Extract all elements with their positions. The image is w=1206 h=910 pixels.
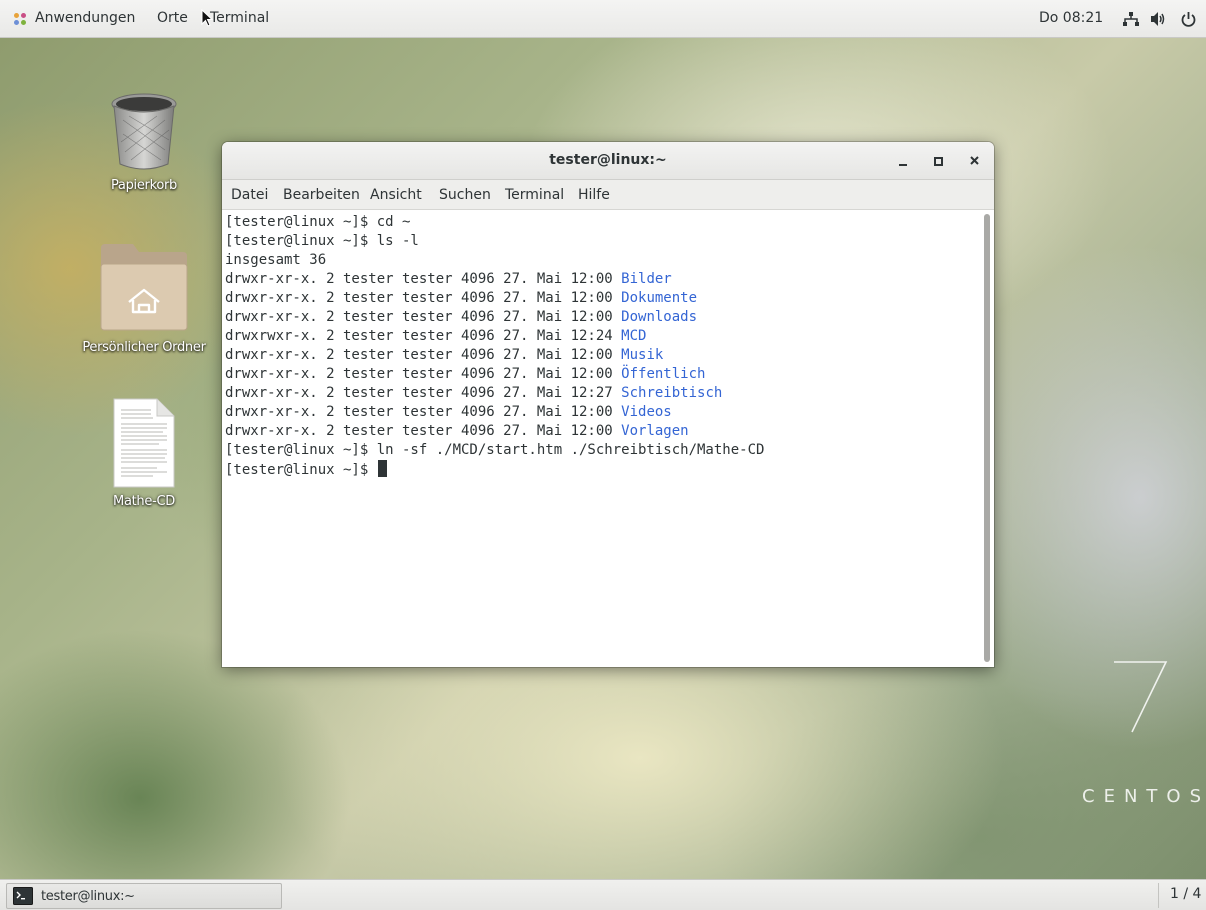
terminal-line-text: drwxr-xr-x. 2 tester tester 4096 27. Mai… [225, 309, 622, 325]
terminal-line-text: drwxr-xr-x. 2 tester tester 4096 27. Mai… [225, 385, 622, 401]
top-panel: Anwendungen Orte Terminal Do 08:21 [0, 0, 1206, 38]
terminal-line: drwxrwxr-x. 2 tester tester 4096 27. Mai… [225, 327, 764, 346]
minimize-icon [899, 164, 907, 166]
terminal-output[interactable]: [tester@linux ~]$ cd ~ [tester@linux ~]$ … [222, 211, 994, 667]
desktop-icon-label: Papierkorb [110, 178, 178, 193]
terminal-line: drwxr-xr-x. 2 tester tester 4096 27. Mai… [225, 384, 764, 403]
power-icon[interactable] [1181, 11, 1196, 31]
terminal-line: drwxr-xr-x. 2 tester tester 4096 27. Mai… [225, 289, 764, 308]
terminal-line-text: [tester@linux ~]$ ln -sf ./MCD/start.htm… [225, 442, 765, 458]
terminal-line: insgesamt 36 [225, 251, 764, 270]
centos-7-logo [1114, 661, 1168, 733]
taskbar-window-label: tester@linux:~ [41, 889, 135, 904]
terminal-lines: [tester@linux ~]$ cd ~ [tester@linux ~]$ … [225, 213, 764, 479]
menu-suchen[interactable]: Suchen [439, 187, 491, 203]
terminal-line-text: drwxr-xr-x. 2 tester tester 4096 27. Mai… [225, 290, 622, 306]
desktop-icon-label: Persönlicher Ordner [82, 340, 206, 355]
clock[interactable]: Do 08:21 [1039, 10, 1103, 26]
directory-name: Schreibtisch [621, 385, 723, 401]
menu-datei[interactable]: Datei [231, 187, 268, 203]
desktop-icon-trash[interactable]: Papierkorb [98, 90, 190, 193]
menu-bearbeiten[interactable]: Bearbeiten [283, 187, 360, 203]
document-icon [113, 398, 175, 488]
directory-name: Downloads [621, 309, 698, 325]
network-icon[interactable] [1123, 12, 1139, 30]
workspace-indicator[interactable]: 1 / 4 [1170, 886, 1201, 902]
desktop-icon-mathe-cd[interactable]: Mathe-CD [98, 398, 190, 509]
terminal-line: [tester@linux ~]$ cd ~ [225, 213, 764, 232]
terminal-line-text: insgesamt 36 [225, 252, 327, 268]
terminal-line-text: [tester@linux ~]$ cd ~ [225, 214, 411, 230]
terminal-line: drwxr-xr-x. 2 tester tester 4096 27. Mai… [225, 346, 764, 365]
terminal-line: [tester@linux ~]$ ls -l [225, 232, 764, 251]
terminal-line-text: drwxr-xr-x. 2 tester tester 4096 27. Mai… [225, 366, 622, 382]
terminal-line: drwxr-xr-x. 2 tester tester 4096 27. Mai… [225, 403, 764, 422]
bottom-panel: tester@linux:~ 1 / 4 [0, 879, 1206, 910]
maximize-button[interactable] [929, 151, 949, 171]
terminal-icon [13, 887, 33, 905]
close-button[interactable] [965, 151, 985, 171]
terminal-line: [tester@linux ~]$ [225, 460, 764, 479]
taskbar-window-button[interactable]: tester@linux:~ [6, 883, 282, 909]
applications-icon[interactable] [14, 13, 26, 25]
terminal-line-text: drwxrwxr-x. 2 tester tester 4096 27. Mai… [225, 328, 622, 344]
terminal-line-text: [tester@linux ~]$ [225, 462, 377, 478]
directory-name: Musik [621, 347, 664, 363]
directory-name: Bilder [621, 271, 672, 287]
window-titlebar[interactable]: tester@linux:~ [222, 142, 994, 180]
terminal-window[interactable]: tester@linux:~ Datei Bearbeiten Ansicht … [222, 142, 994, 667]
places-menu[interactable]: Orte [157, 10, 188, 26]
directory-name: Videos [621, 404, 672, 420]
directory-name: MCD [621, 328, 647, 344]
terminal-line-text: drwxr-xr-x. 2 tester tester 4096 27. Mai… [225, 347, 622, 363]
terminal-line: [tester@linux ~]$ ln -sf ./MCD/start.htm… [225, 441, 764, 460]
directory-name: Öffentlich [621, 366, 706, 382]
text-cursor [377, 460, 387, 477]
desktop-icon-home[interactable]: Persönlicher Ordner [74, 242, 214, 355]
terminal-line: drwxr-xr-x. 2 tester tester 4096 27. Mai… [225, 422, 764, 441]
directory-name: Dokumente [621, 290, 698, 306]
terminal-menubar: Datei Bearbeiten Ansicht Suchen Terminal… [222, 180, 994, 210]
close-icon [970, 156, 979, 165]
window-title: tester@linux:~ [549, 152, 667, 168]
terminal-line: drwxr-xr-x. 2 tester tester 4096 27. Mai… [225, 308, 764, 327]
terminal-line-text: drwxr-xr-x. 2 tester tester 4096 27. Mai… [225, 404, 622, 420]
terminal-line: drwxr-xr-x. 2 tester tester 4096 27. Mai… [225, 270, 764, 289]
terminal-line-text: drwxr-xr-x. 2 tester tester 4096 27. Mai… [225, 423, 622, 439]
menu-ansicht[interactable]: Ansicht [370, 187, 422, 203]
maximize-icon [934, 157, 943, 166]
active-app-menu[interactable]: Terminal [210, 10, 269, 26]
centos-logo-text: CENTOS [1082, 786, 1206, 807]
divider [1158, 883, 1159, 908]
minimize-button[interactable] [894, 151, 914, 171]
volume-icon[interactable] [1151, 12, 1167, 30]
terminal-line-text: drwxr-xr-x. 2 tester tester 4096 27. Mai… [225, 271, 622, 287]
terminal-scrollbar[interactable] [984, 214, 990, 662]
desktop-icon-label: Mathe-CD [113, 494, 175, 509]
home-folder-icon [100, 244, 188, 331]
applications-menu[interactable]: Anwendungen [35, 10, 135, 26]
terminal-line-text: [tester@linux ~]$ ls -l [225, 233, 419, 249]
directory-name: Vorlagen [621, 423, 689, 439]
terminal-line: drwxr-xr-x. 2 tester tester 4096 27. Mai… [225, 365, 764, 384]
menu-terminal[interactable]: Terminal [505, 187, 564, 203]
menu-hilfe[interactable]: Hilfe [578, 187, 610, 203]
trash-icon [111, 93, 177, 170]
